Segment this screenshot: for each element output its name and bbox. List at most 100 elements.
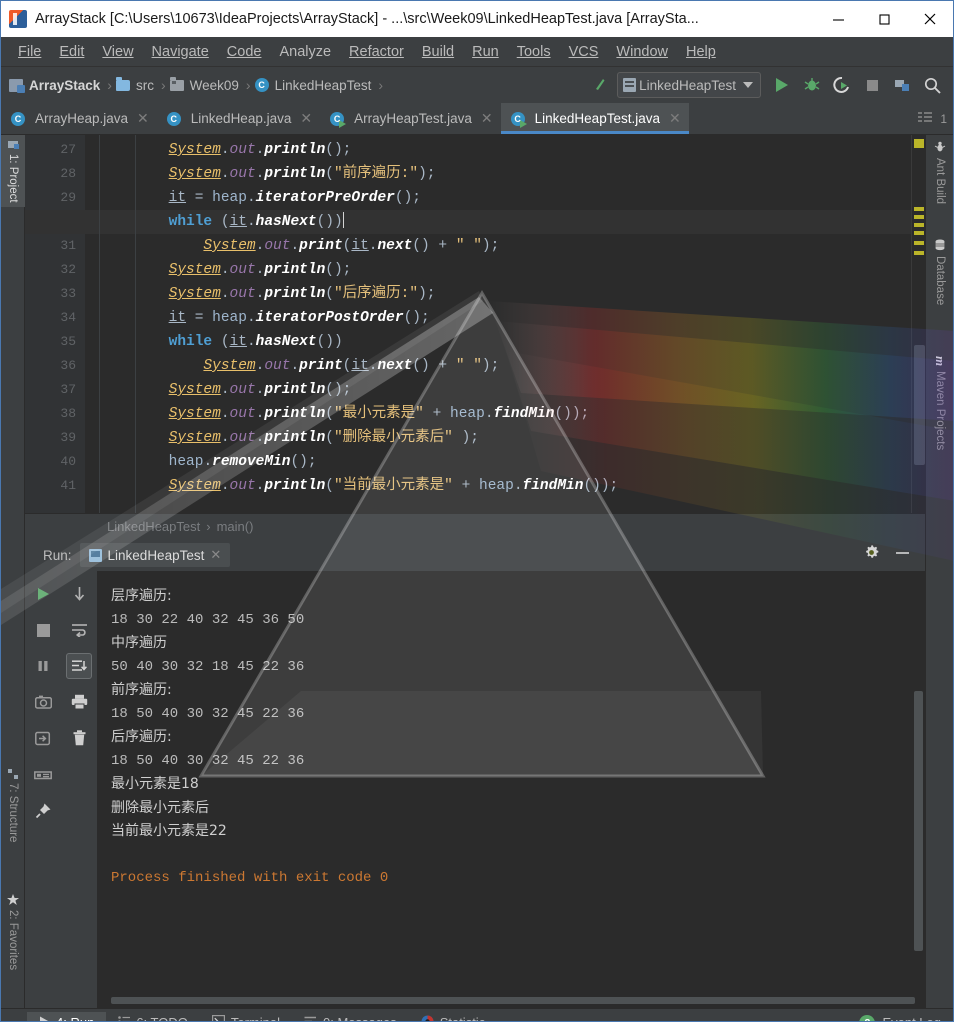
breadcrumb-week09[interactable]: Week09: [169, 76, 241, 93]
code-token: while: [168, 334, 213, 350]
search-everywhere-icon[interactable]: [917, 72, 947, 98]
tool-window-run[interactable]: 4: Run: [27, 1012, 107, 1021]
menu-navigate[interactable]: Navigate: [143, 41, 218, 63]
soft-wrap-button[interactable]: [66, 617, 92, 643]
run-tab-linkedheaptest[interactable]: LinkedHeapTest ✕: [79, 543, 231, 567]
code-marker[interactable]: [914, 231, 924, 235]
scroll-down-button[interactable]: [66, 581, 92, 607]
code-token: .: [203, 454, 213, 470]
minimize-icon[interactable]: [894, 546, 911, 564]
code-editor[interactable]: 27 28 29 31 32 33 34 35 36 37 38 39 40 4…: [25, 135, 925, 513]
console-scrollbar-thumb[interactable]: [914, 691, 923, 951]
menu-code[interactable]: Code: [218, 41, 271, 63]
java-class-icon: [166, 111, 181, 126]
menu-analyze[interactable]: Analyze: [270, 41, 340, 63]
tab-arrayheap[interactable]: ArrayHeap.java ✕: [1, 103, 157, 134]
menu-edit[interactable]: Edit: [50, 41, 93, 63]
editor-scrollbar-thumb[interactable]: [914, 345, 925, 465]
sidebar-item-favorites[interactable]: 2: Favorites: [1, 890, 25, 974]
breadcrumb-project[interactable]: ArrayStack: [9, 78, 102, 93]
code-text-area[interactable]: System.out.println(); System.out.println…: [85, 135, 911, 513]
tool-window-messages[interactable]: 0: Messages: [292, 1012, 409, 1021]
console-hscrollbar-thumb[interactable]: [111, 997, 915, 1004]
print-button[interactable]: [66, 689, 92, 715]
pin-button[interactable]: [30, 797, 56, 823]
menu-tools[interactable]: Tools: [508, 41, 560, 63]
sidebar-item-ant-build[interactable]: Ant Build: [926, 137, 953, 208]
tab-linkedheap[interactable]: LinkedHeap.java ✕: [157, 103, 320, 134]
sidebar-item-structure[interactable]: 7: Structure: [1, 765, 25, 846]
breadcrumb-src[interactable]: src: [115, 76, 156, 93]
menu-window[interactable]: Window: [607, 41, 677, 63]
menu-refactor-label: Refactor: [349, 43, 404, 60]
tab-close-icon[interactable]: ✕: [137, 110, 149, 127]
run-tab-close-icon[interactable]: ✕: [210, 547, 221, 563]
run-with-coverage-button[interactable]: [827, 72, 857, 98]
menu-build[interactable]: Build: [413, 41, 463, 63]
tab-list-icon[interactable]: [918, 111, 934, 126]
menu-refactor[interactable]: Refactor: [340, 41, 413, 63]
sidebar-item-maven-projects[interactable]: m Maven Projects: [926, 352, 953, 454]
star-icon: [7, 894, 19, 906]
tool-window-todo[interactable]: 6: TODO: [106, 1012, 200, 1021]
code-marker[interactable]: [914, 223, 924, 227]
make-project-icon[interactable]: [587, 72, 617, 98]
breadcrumb-class-name[interactable]: LinkedHeapTest: [107, 519, 200, 534]
run-button[interactable]: [767, 72, 797, 98]
console-output[interactable]: 层序遍历: 18 30 22 40 32 45 36 50 中序遍历 50 40 30…: [97, 571, 925, 1008]
sidebar-item-database[interactable]: Database: [926, 235, 953, 309]
editor-gutter[interactable]: 27 28 29 31 32 33 34 35 36 37 38 39 40 4…: [25, 135, 85, 513]
code-token: (: [325, 430, 334, 446]
snapshot-button[interactable]: [30, 689, 56, 715]
sidebar-item-project[interactable]: 1: Project: [1, 135, 25, 207]
warning-marker[interactable]: [914, 139, 924, 148]
menu-tools-label: Tools: [516, 43, 551, 60]
menu-vcs[interactable]: VCS: [560, 41, 608, 63]
tool-window-statistic[interactable]: Statistic: [409, 1012, 498, 1021]
code-marker[interactable]: [914, 241, 924, 245]
line-number: 40: [60, 454, 76, 469]
debug-button[interactable]: [797, 72, 827, 98]
menu-help[interactable]: Help: [677, 41, 725, 63]
run-configuration-selector[interactable]: LinkedHeapTest: [617, 72, 761, 98]
editor-marker-bar[interactable]: [911, 135, 925, 513]
menu-view[interactable]: View: [93, 41, 142, 63]
java-runnable-class-icon: [510, 111, 527, 128]
gear-icon[interactable]: [863, 544, 880, 566]
scroll-to-end-button[interactable]: [66, 653, 92, 679]
code-token: heap: [168, 454, 204, 470]
console-line: 18 50 40 30 32 45 22 36: [111, 705, 305, 722]
console-button[interactable]: [30, 761, 56, 787]
tab-linkedheaptest[interactable]: LinkedHeapTest.java ✕: [500, 103, 689, 134]
tab-arrayheaptest[interactable]: ArrayHeapTest.java ✕: [320, 103, 501, 134]
event-log-area[interactable]: 2 Event Log: [859, 1014, 953, 1021]
breadcrumb-method-name[interactable]: main(): [217, 519, 254, 534]
export-button[interactable]: [30, 725, 56, 751]
close-button[interactable]: [907, 1, 953, 37]
code-marker[interactable]: [914, 207, 924, 211]
minimize-button[interactable]: [815, 1, 861, 37]
run-triangle-icon: [776, 78, 788, 92]
project-structure-button[interactable]: [887, 72, 917, 98]
stop-process-button[interactable]: [30, 617, 56, 643]
maximize-button[interactable]: [861, 1, 907, 37]
tool-window-terminal[interactable]: Terminal: [200, 1012, 292, 1021]
code-marker[interactable]: [914, 215, 924, 219]
tab-close-icon[interactable]: ✕: [669, 110, 681, 127]
pause-button[interactable]: [30, 653, 56, 679]
stop-button[interactable]: [857, 72, 887, 98]
sidebar-item-label: 2: Favorites: [7, 910, 19, 971]
breadcrumb-class[interactable]: LinkedHeapTest: [254, 78, 374, 93]
code-token: println: [264, 430, 326, 446]
tool-window-label: 6: TODO: [136, 1015, 188, 1021]
todo-icon: [118, 1015, 131, 1021]
tab-close-icon[interactable]: ✕: [300, 110, 312, 127]
code-marker[interactable]: [914, 251, 924, 255]
clear-all-button[interactable]: [66, 725, 92, 751]
menu-file[interactable]: File: [9, 41, 50, 63]
tab-close-icon[interactable]: ✕: [481, 110, 493, 127]
rerun-button[interactable]: [30, 581, 56, 607]
menu-run[interactable]: Run: [463, 41, 508, 63]
